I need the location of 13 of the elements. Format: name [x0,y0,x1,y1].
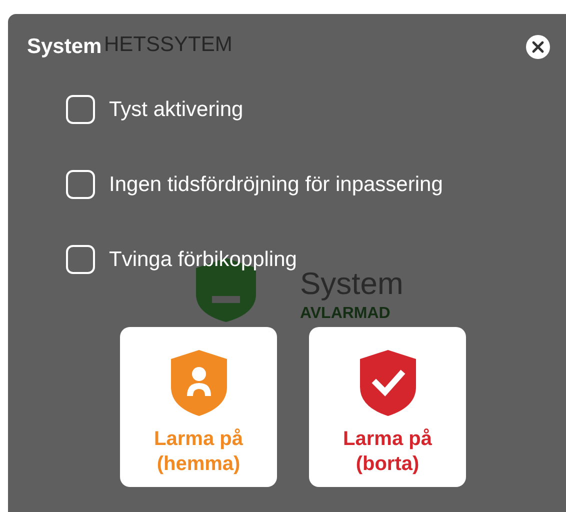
option-label: Tvinga förbikoppling [109,248,297,272]
option-label: Ingen tidsfördröjning för inpassering [109,172,443,196]
background-header-text: HETSSYTEM [104,33,232,57]
option-label: Tyst aktivering [109,98,244,122]
checkbox[interactable] [66,170,95,199]
checkbox[interactable] [66,95,95,124]
close-icon[interactable] [526,35,550,59]
checkbox[interactable] [66,245,95,274]
shield-check-icon [358,349,416,417]
status-text: AVLARMAD [300,305,390,323]
shield-person-icon [170,349,228,417]
dialog-title: System [27,35,102,59]
arm-away-button[interactable]: Larma på (borta) [309,327,466,487]
